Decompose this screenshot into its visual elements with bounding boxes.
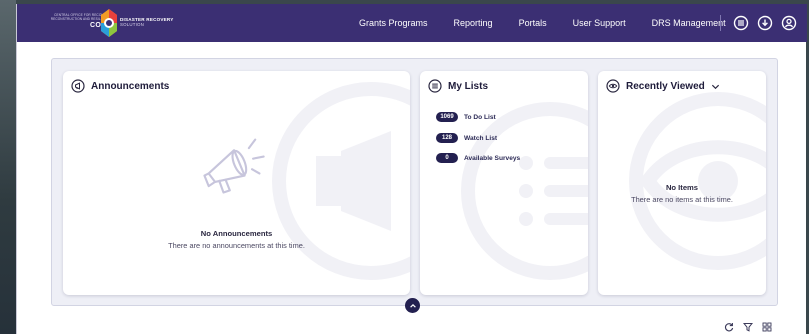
recently-viewed-card: Recently Viewed No Items There are no it… [598,71,766,295]
watch-list-label: Watch List [464,134,498,142]
megaphone-empty-icon [203,138,265,194]
announcements-empty-state: No Announcements There are no announceme… [63,229,410,251]
menu-circle-icon[interactable] [733,15,749,31]
chevron-down-icon[interactable] [711,82,720,91]
eye-icon [606,79,620,93]
to-do-list-label: To Do List [464,113,496,121]
announcements-card: Announcements No Announcements There are… [63,71,410,295]
nav-links: Grants Programs Reporting Portals User S… [359,4,726,42]
dashboard-panel: Announcements No Announcements There are… [51,58,778,306]
my-lists-title: My Lists [448,80,489,92]
chevron-up-icon [409,303,416,308]
nav-reporting[interactable]: Reporting [454,18,493,28]
my-lists-header: My Lists [428,79,488,93]
top-navigation-bar: CENTRAL OFFICE FOR RECOVERY, RECONSTRUCT… [17,4,807,42]
announcements-empty-text: There are no announcements at this time. [168,241,305,250]
brand-name: DISASTER RECOVERY SOLUTION [120,17,174,27]
nav-user-support[interactable]: User Support [573,18,626,28]
download-circle-icon[interactable] [757,15,773,31]
app-window: CENTRAL OFFICE FOR RECOVERY, RECONSTRUCT… [16,4,807,334]
recently-viewed-empty-state: No Items There are no items at this time… [620,183,744,205]
megaphone-circle-icon [71,79,85,93]
filter-icon[interactable] [743,322,753,332]
recently-viewed-header[interactable]: Recently Viewed [606,79,720,93]
announcements-title: Announcements [91,80,170,92]
announcements-header: Announcements [71,79,169,93]
list-item-surveys[interactable]: 0 Available Surveys [436,153,520,163]
list-item-to-do[interactable]: 1069 To Do List [436,112,496,122]
nav-icon-group [733,15,797,31]
nav-portals[interactable]: Portals [519,18,547,28]
announcements-watermark-icon [272,82,410,280]
recently-viewed-watermark-icon [629,92,766,270]
nav-drs-management[interactable]: DRS Management [652,18,726,28]
available-surveys-label: Available Surveys [464,154,521,162]
nav-divider [720,15,721,31]
nav-grants-programs[interactable]: Grants Programs [359,18,428,28]
announcements-empty-title: No Announcements [200,229,273,238]
grid-icon[interactable] [762,322,772,332]
recently-viewed-empty-title: No Items [665,183,699,192]
collapse-dashboard-button[interactable] [405,298,420,313]
background-strip [0,0,16,334]
refresh-icon[interactable] [724,322,734,332]
watch-count-badge: 128 [436,133,458,143]
my-lists-watermark-icon [461,102,588,280]
my-lists-card: My Lists 1069 To Do List 128 Watch List … [420,71,588,295]
user-circle-icon[interactable] [781,15,797,31]
to-do-count-badge: 1069 [436,112,458,122]
list-item-watch[interactable]: 128 Watch List [436,133,497,143]
brand-line-2: SOLUTION [120,22,145,27]
recently-viewed-empty-text: There are no items at this time. [631,195,733,204]
drs-logo-icon [101,9,117,37]
list-circle-icon [428,79,442,93]
grid-toolbar [724,322,772,332]
recently-viewed-title: Recently Viewed [626,80,705,92]
surveys-count-badge: 0 [436,153,458,163]
